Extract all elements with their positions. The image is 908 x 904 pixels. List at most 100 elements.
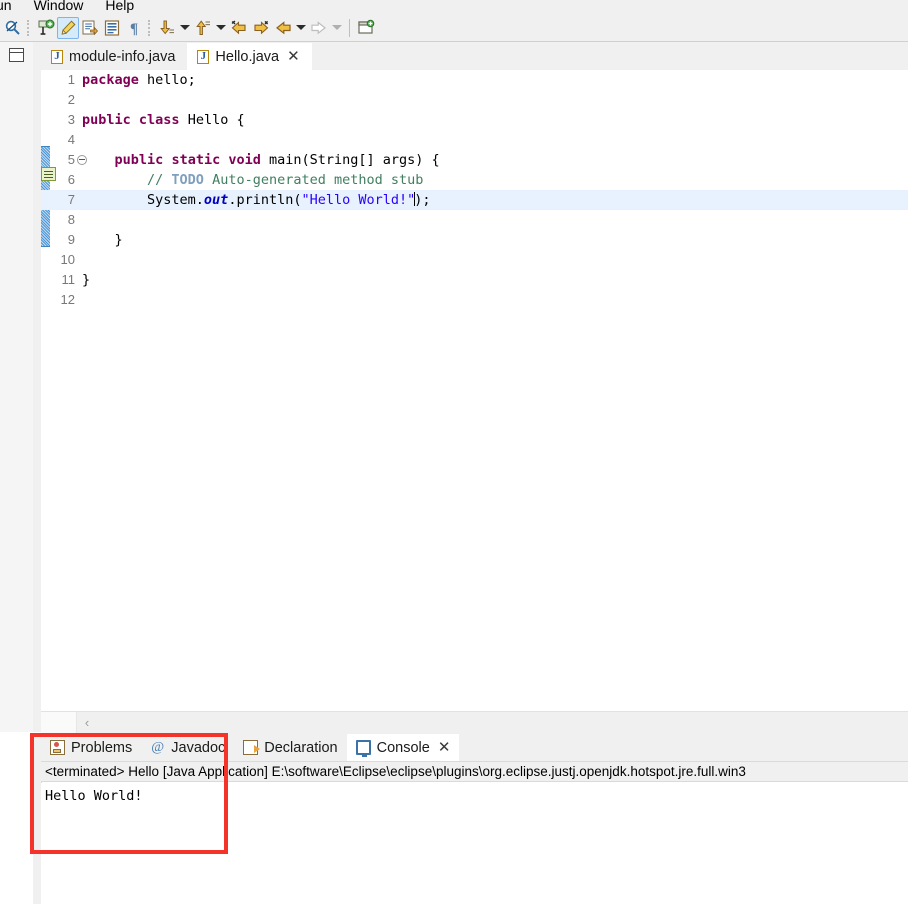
previous-annotation-dropdown-icon[interactable]	[214, 17, 228, 39]
code-token: package	[82, 72, 139, 88]
svg-text:¶: ¶	[130, 21, 138, 37]
toggle-block-selection-icon[interactable]	[101, 17, 123, 39]
editor-tab-module-info[interactable]: module-info.java	[41, 43, 188, 70]
code-token: TODO	[171, 172, 204, 188]
editor-horizontal-scrollbar[interactable]: ‹	[41, 711, 908, 733]
code-token: class	[138, 112, 180, 128]
previous-annotation-icon[interactable]	[192, 17, 214, 39]
code-token: main(String[] args) {	[260, 152, 440, 168]
search-icon[interactable]	[2, 17, 24, 39]
code-line: 2	[41, 90, 908, 110]
code-text: System.out.println("Hello World!");	[82, 190, 431, 210]
code-token: public	[82, 112, 131, 128]
toolbar-separator	[27, 19, 32, 36]
close-icon[interactable]: ✕	[287, 49, 300, 64]
line-number: 7	[67, 192, 75, 207]
new-window-icon[interactable]	[355, 17, 377, 39]
editor-tab-label: Hello.java	[215, 48, 280, 65]
code-line: 6 // TODO Auto-generated method stub	[41, 170, 908, 190]
code-token: //	[147, 172, 172, 188]
console-output[interactable]: Hello World!	[41, 783, 908, 904]
declaration-icon	[243, 740, 261, 755]
tab-problems[interactable]: Problems	[41, 734, 141, 761]
code-line: 8	[41, 210, 908, 230]
code-line: 3 public class Hello {	[41, 110, 908, 130]
scroll-left-icon[interactable]: ‹	[77, 712, 97, 733]
code-line: 7 System.out.println("Hello World!");	[41, 190, 908, 210]
line-number: 3	[67, 112, 75, 127]
console-launch-header: <terminated> Hello [Java Application] E:…	[41, 761, 908, 782]
code-lines: 1 package hello; 2 3 public class Hello {4 5 …	[41, 70, 908, 310]
code-token: Auto-generated method stub	[203, 172, 424, 188]
tab-javadoc[interactable]: @ Javadoc	[141, 734, 234, 761]
bottom-panel-tabstrip: Problems @ Javadoc Declaration Console ✕	[41, 733, 908, 761]
code-token: Hello {	[179, 112, 245, 128]
code-text: package hello;	[82, 70, 196, 90]
left-perspective-rail	[0, 42, 34, 732]
code-text: public static void main(String[] args) {	[82, 150, 440, 170]
line-number: 8	[67, 212, 75, 227]
code-token: }	[82, 232, 123, 248]
code-text: }	[82, 230, 123, 250]
toolbar-divider	[349, 18, 350, 37]
code-editor[interactable]: 1 package hello; 2 3 public class Hello {4 5 …	[41, 70, 908, 732]
restore-view-icon[interactable]	[9, 48, 24, 62]
editor-tab-hello[interactable]: Hello.java ✕	[187, 43, 312, 70]
back-to-icon[interactable]	[228, 17, 250, 39]
next-edit-location-icon[interactable]	[308, 17, 330, 39]
code-line: 4	[41, 130, 908, 150]
console-line: Hello World!	[45, 788, 143, 804]
code-token: "Hello World!"	[301, 192, 416, 208]
line-number: 2	[67, 92, 75, 107]
line-number: 10	[60, 252, 75, 267]
line-number: 4	[67, 132, 75, 147]
code-token: public	[114, 152, 164, 168]
toolbar-separator	[148, 19, 153, 36]
code-token: void	[228, 152, 261, 168]
tab-label: Console	[376, 739, 430, 756]
tab-label: Problems	[71, 739, 133, 756]
java-file-icon	[51, 49, 63, 64]
code-text: public class Hello {	[82, 110, 245, 130]
menu-item-help[interactable]: Help	[103, 0, 136, 13]
line-number: 5	[67, 152, 75, 167]
next-annotation-icon[interactable]	[156, 17, 178, 39]
menu-item-window[interactable]: Window	[32, 0, 86, 13]
forward-to-icon[interactable]	[250, 17, 272, 39]
tab-console[interactable]: Console ✕	[346, 734, 460, 761]
new-java-package-icon[interactable]	[35, 17, 57, 39]
scrollbar-gutter-pad	[41, 712, 77, 733]
previous-edit-dropdown-icon[interactable]	[294, 17, 308, 39]
javadoc-icon: @	[151, 740, 165, 755]
close-icon[interactable]: ✕	[438, 740, 451, 755]
code-line: 10	[41, 250, 908, 270]
editor-tab-label: module-info.java	[69, 48, 176, 65]
code-line: 1 package hello;	[41, 70, 908, 90]
code-line: 11}	[41, 270, 908, 290]
editor-area: module-info.java Hello.java ✕ 1 package h…	[0, 42, 908, 733]
console-icon	[355, 740, 371, 757]
code-text: // TODO Auto-generated method stub	[82, 170, 423, 190]
bottom-panel: Problems @ Javadoc Declaration Console ✕…	[33, 733, 908, 904]
line-number: 9	[67, 232, 75, 247]
open-task-icon[interactable]	[79, 17, 101, 39]
code-token: hello;	[138, 72, 196, 88]
code-token: .println(	[228, 192, 302, 208]
line-number: 6	[67, 172, 75, 187]
show-whitespace-icon[interactable]: ¶	[123, 17, 145, 39]
code-text: }	[82, 270, 90, 290]
code-token: System.	[82, 192, 204, 208]
main-toolbar: ¶	[0, 14, 908, 42]
previous-edit-location-icon[interactable]	[272, 17, 294, 39]
code-token: out	[203, 192, 229, 208]
toggle-mark-occurrences-icon[interactable]	[57, 16, 79, 39]
tab-label: Declaration	[264, 739, 338, 756]
next-annotation-dropdown-icon[interactable]	[178, 17, 192, 39]
menu-item-run[interactable]: un	[0, 0, 14, 13]
tab-declaration[interactable]: Declaration	[234, 734, 346, 761]
code-token: }	[82, 272, 91, 288]
next-edit-dropdown-icon[interactable]	[330, 17, 344, 39]
